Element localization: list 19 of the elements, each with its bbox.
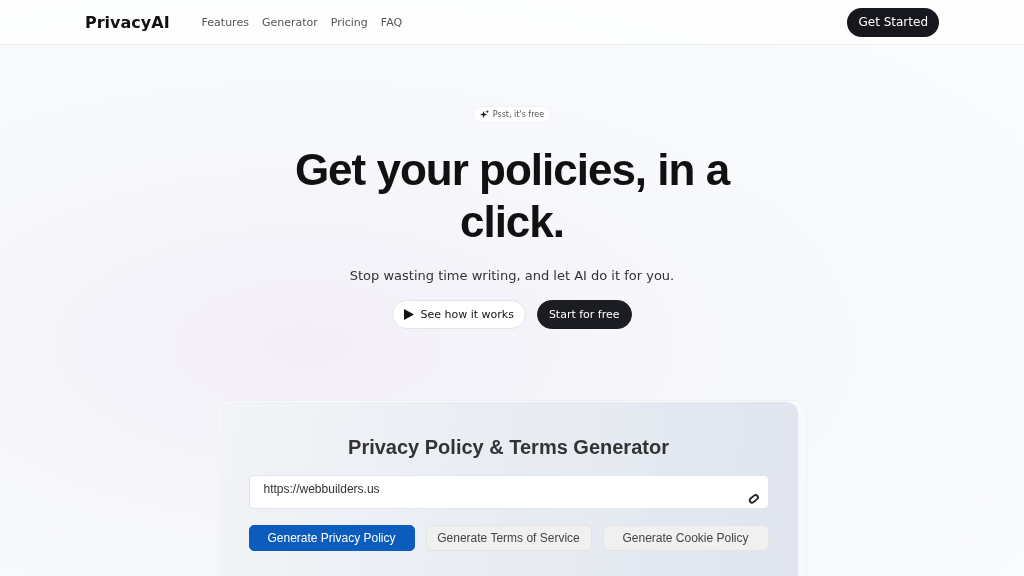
- generator-title: Privacy Policy & Terms Generator: [348, 436, 669, 459]
- hero-subtitle: Stop wasting time writing, and let AI do it for you.: [349, 268, 675, 283]
- nav-link[interactable]: Features: [201, 15, 249, 29]
- see-how-it-works-button[interactable]: See how it works: [392, 300, 526, 329]
- link-icon: [747, 493, 759, 504]
- url-field[interactable]: https://webbuilders.us: [248, 475, 769, 509]
- generator-tab[interactable]: Generate Privacy Policy: [248, 525, 415, 551]
- badge-text: Psst, it's free: [492, 110, 545, 119]
- generator-tab[interactable]: Generate Terms of Service: [425, 525, 592, 551]
- nav-link[interactable]: Generator: [261, 15, 318, 29]
- sparkle-icon: [479, 110, 489, 119]
- get-started-button[interactable]: Get Started: [847, 7, 939, 37]
- start-for-free-button[interactable]: Start for free: [536, 300, 632, 329]
- hero-title: Get your policies, in a click.: [293, 144, 731, 248]
- generator-tab[interactable]: Generate Cookie Policy: [602, 525, 769, 551]
- logo[interactable]: PrivacyAI: [85, 12, 170, 32]
- nav-link[interactable]: Pricing: [330, 15, 368, 29]
- play-icon: [404, 309, 415, 320]
- nav-link[interactable]: FAQ: [380, 15, 403, 29]
